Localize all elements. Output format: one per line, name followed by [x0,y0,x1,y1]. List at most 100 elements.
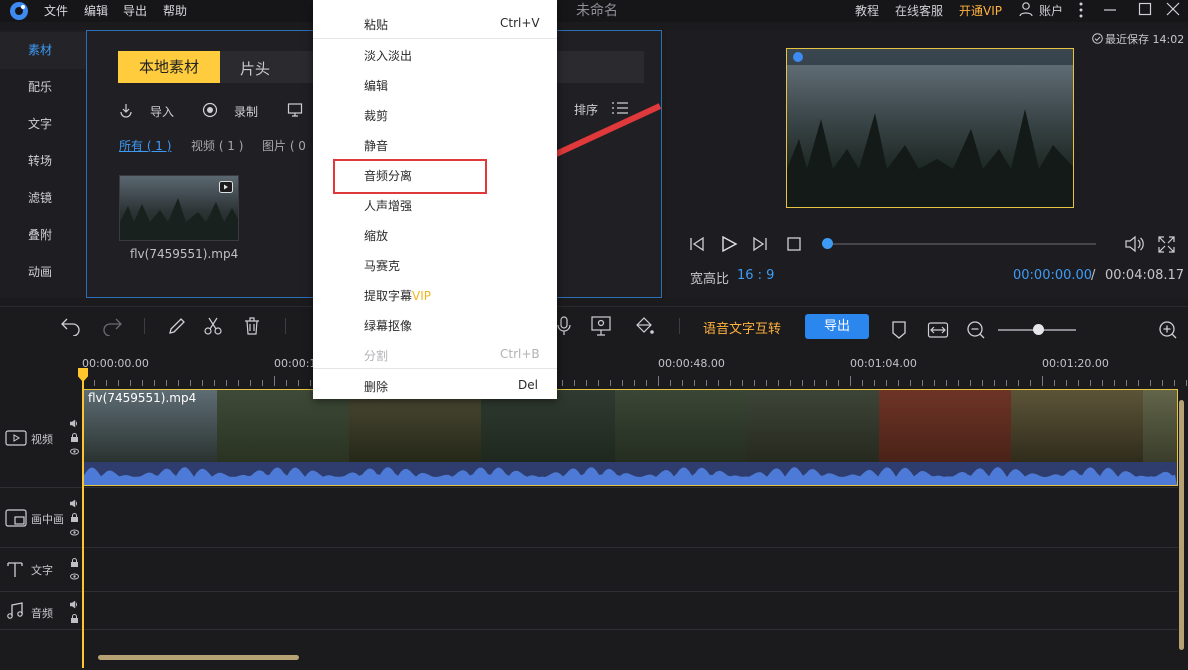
mute-icon[interactable] [70,499,79,508]
tutorial-link[interactable]: 教程 [855,2,879,19]
more-icon[interactable] [1077,1,1085,19]
side-item-transition[interactable]: 转场 [0,143,86,180]
record-icon[interactable] [202,102,218,118]
filter-image[interactable]: 图片 ( 0 [262,137,306,154]
playback-progress-knob[interactable] [822,238,833,249]
filter-video[interactable]: 视频 ( 1 ) [191,137,243,154]
microphone-icon[interactable] [555,315,573,337]
fit-width-icon[interactable] [927,321,949,339]
volume-icon[interactable] [1124,235,1144,253]
filter-all[interactable]: 所有 ( 1 ) [119,137,171,154]
vip-link[interactable]: 开通VIP [959,2,1002,19]
ruler-label: 00:00:48.00 [658,357,725,370]
menu-item-mute[interactable]: 静音 [364,137,388,154]
video-track-label: 视频 [31,433,53,446]
mute-icon[interactable] [70,419,79,428]
next-frame-icon[interactable] [752,236,768,252]
menu-item-crop[interactable]: 裁剪 [364,107,388,124]
close-icon[interactable] [1166,2,1180,16]
zoom-out-icon[interactable] [966,320,986,340]
menu-item-delete[interactable]: 删除 [364,378,388,395]
menu-item-fade[interactable]: 淡入淡出 [364,47,412,64]
stop-icon[interactable] [787,237,801,251]
menu-file[interactable]: 文件 [44,2,68,19]
menu-item-chroma-key[interactable]: 绿幕抠像 [364,317,412,334]
screen-record-icon[interactable] [287,102,303,118]
lock-icon[interactable] [70,558,79,567]
menu-item-extract-subtitle-label: 提取字幕 [364,289,413,303]
eye-icon[interactable] [70,447,79,456]
app-logo-icon [6,0,32,22]
import-icon[interactable] [118,102,134,118]
paint-bucket-icon[interactable] [633,315,655,337]
play-icon[interactable] [720,235,738,253]
lock-icon[interactable] [70,614,79,623]
menu-item-edit[interactable]: 编辑 [364,77,388,94]
autosave-status: 最近保存 14:02 [1105,33,1185,46]
side-item-filter[interactable]: 滤镜 [0,180,86,217]
vertical-scrollbar[interactable] [1179,400,1184,650]
export-button[interactable]: 导出 [805,314,869,339]
app-title: 未命名 [576,3,618,19]
maximize-icon[interactable] [1138,2,1152,16]
side-item-materials[interactable]: 素材 [0,32,86,69]
trash-icon[interactable] [242,316,262,336]
tab-local-media[interactable]: 本地素材 [118,51,220,83]
vip-badge: VIP [412,289,431,303]
side-item-music[interactable]: 配乐 [0,69,86,106]
marker-icon[interactable] [891,320,907,340]
menu-item-voice-enhance[interactable]: 人声增强 [364,197,412,214]
thumbnail-label: flv(7459551).mp4 [130,247,239,261]
ruler-label: 00:01:04.00 [850,357,917,370]
mute-icon[interactable] [70,600,79,609]
side-item-text[interactable]: 文字 [0,106,86,143]
pencil-icon[interactable] [167,316,187,336]
preview-video[interactable] [786,48,1074,208]
menu-export[interactable]: 导出 [123,2,147,19]
menu-item-zoom[interactable]: 缩放 [364,227,388,244]
menu-item-extract-subtitle[interactable]: 提取字幕VIP [364,287,431,304]
menu-help[interactable]: 帮助 [163,2,187,19]
horizontal-scrollbar[interactable] [98,655,299,660]
text-track [0,548,1178,592]
record-button[interactable]: 录制 [234,103,258,120]
scissors-icon[interactable] [203,316,223,336]
menu-item-paste[interactable]: 粘贴 [364,16,388,33]
time-separator: / [1091,268,1096,283]
aspect-ratio-value[interactable]: 16 : 9 [737,268,774,283]
menu-item-mosaic[interactable]: 马赛克 [364,257,400,274]
speech-to-text-button[interactable]: 语音文字互转 [703,318,781,337]
side-item-animation[interactable]: 动画 [0,254,86,291]
zoom-slider-knob[interactable] [1033,324,1044,335]
import-button[interactable]: 导入 [150,103,174,120]
lock-icon[interactable] [70,513,79,522]
pip-track [0,488,1178,548]
minimize-icon[interactable] [1103,3,1117,17]
screen-capture-icon[interactable] [590,315,612,337]
menu-item-split: 分割 [364,349,389,363]
zoom-in-icon[interactable] [1158,320,1178,340]
playback-progress-track[interactable] [826,243,1096,245]
clip-name-label: flv(7459551).mp4 [88,391,197,405]
menu-edit[interactable]: 编辑 [84,2,108,19]
undo-icon[interactable] [60,316,82,336]
pip-track-icon [5,509,27,527]
support-link[interactable]: 在线客服 [895,2,943,19]
prev-frame-icon[interactable] [689,236,705,252]
user-icon[interactable] [1018,1,1034,17]
ruler-label: 00:01:20.00 [1042,357,1109,370]
tab-intro[interactable]: 片头 [240,58,270,79]
account-link[interactable]: 账户 [1039,2,1063,19]
text-track-icon [6,560,24,578]
lock-icon[interactable] [70,433,79,442]
context-menu: 粘贴 Ctrl+V 淡入淡出 编辑 裁剪 静音 音频分离 人声增强 缩放 马赛克… [313,0,557,399]
aspect-ratio-label: 宽高比 [690,272,730,287]
side-item-overlay[interactable]: 叠附 [0,217,86,254]
eye-icon[interactable] [70,572,79,581]
redo-icon[interactable] [101,316,123,336]
text-track-label: 文字 [31,564,53,577]
fullscreen-icon[interactable] [1158,236,1175,253]
playhead[interactable] [82,368,84,668]
total-time: 00:04:08.17 [1105,268,1185,283]
eye-icon[interactable] [70,528,79,537]
